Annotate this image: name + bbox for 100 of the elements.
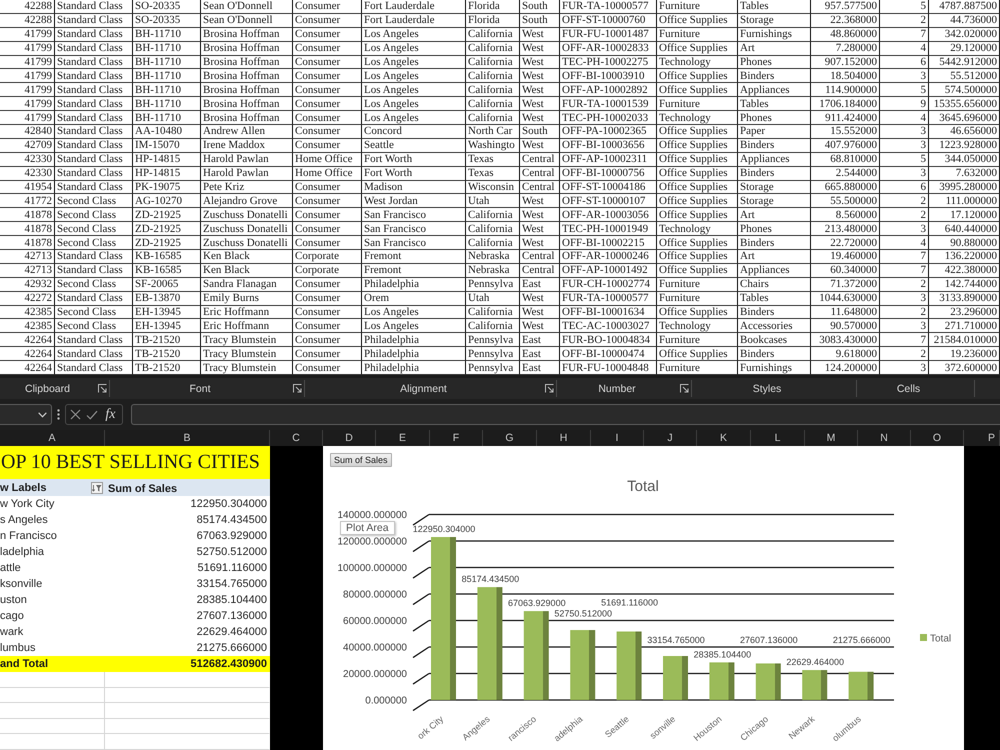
table-cell: 42713 [0,250,55,264]
table-cell: East [520,278,560,292]
table-cell: 3 [880,125,929,139]
data-label: 27607.136000 [740,635,798,645]
table-cell: 41878 [0,236,55,250]
table-cell: 6 [880,56,929,70]
formula-input[interactable] [131,404,1000,425]
chevron-down-icon[interactable] [38,412,47,418]
ribbon-group-label: Cells [896,382,920,394]
table-cell: Sean O'Donnell [201,14,293,28]
table-cell: Ken Black [201,264,293,278]
table-cell: West [520,69,560,84]
table-cell: Office Supplies [657,264,738,278]
table-cell: 4 [880,42,929,56]
table-cell: Consumer [293,0,362,14]
table-cell: BH-11710 [133,97,201,112]
table-cell: 41878 [0,222,55,236]
table-cell: BH-11710 [133,42,201,56]
table-cell: BH-11710 [133,28,201,42]
close-icon[interactable] [70,409,82,420]
drag-handle-icon[interactable] [57,409,60,420]
table-cell: Central [520,152,560,167]
table-cell: Furniture [657,292,738,306]
legend-label: Total [930,634,952,644]
table-cell: California [466,222,520,236]
table-cell-text: wark [0,626,24,638]
table-cell: ZD-21925 [133,208,201,222]
table-cell: Andrew Allen [201,125,293,139]
table-cell: Texas [466,152,520,167]
dialog-launcher-icon[interactable] [292,384,302,393]
table-cell: BH-11710 [133,83,201,98]
ribbon-group-label: Styles [752,382,782,394]
table-cell: Consumer [293,138,362,153]
table-cell: 22.720000 [811,236,880,250]
table-cell: West [520,56,560,70]
table-cell: FUR-TA-10000577 [560,0,657,14]
table-cell: Phones [738,56,811,70]
table-cell: 42264 [0,347,55,362]
table-cell: West Jordan [362,194,466,208]
table-cell: 48.860000 [811,28,880,42]
table-cell: Standard Class [55,69,133,84]
table-cell-text: 28385.104400 [196,594,268,606]
table-cell: Binders [738,138,811,153]
table-cell: ZD-21925 [133,222,201,236]
table-cell: Art [738,250,811,264]
data-label: 28385.104400 [694,649,752,660]
table-cell: 213.480000 [811,222,880,236]
bar [756,663,781,700]
table-cell: 5 [880,83,929,98]
table-cell: 2.544000 [811,166,880,181]
table-cell: Sean O'Donnell [201,0,293,14]
table-cell: California [466,319,520,334]
table-cell: West [520,83,560,98]
data-label: 85174.434500 [462,574,520,584]
table-cell: EH-13945 [133,306,201,320]
table-cell: KB-16585 [133,264,201,278]
table-cell: 11.648000 [811,306,880,320]
table-cell-text: 51691.116000 [196,562,268,574]
ribbon-group-label: Number [598,382,636,394]
table-cell: 665.880000 [811,180,880,194]
table-cell: Irene Maddox [201,138,293,153]
table-cell: West [520,42,560,56]
table-cell: Standard Class [55,166,133,181]
table-cell: Standard Class [55,180,133,194]
dialog-launcher-icon[interactable] [680,384,688,393]
table-cell: Standard Class [55,28,133,42]
table-cell: Furniture [657,28,738,42]
filter-icon[interactable] [91,482,103,494]
table-cell: Zuschuss Donatelli [201,208,293,222]
table-cell: 19.236000 [929,347,1000,362]
table-cell-text: ksonville [0,578,44,590]
table-cell: Consumer [293,194,362,208]
insert-function-button[interactable]: fx [103,406,118,422]
dialog-launcher-icon[interactable] [98,384,106,393]
table-cell: Bookcases [738,333,811,348]
table-cell-text: 22629.464000 [196,626,268,638]
checkmark-icon[interactable] [86,410,98,420]
table-cell: TEC-PH-10001949 [560,222,657,236]
table-cell: California [466,208,520,222]
table-cell: California [466,306,520,320]
table-cell: Texas [466,166,520,181]
table-cell: 1706.184000 [811,97,880,112]
table-cell: South [520,125,560,139]
table-cell: Office Supplies [657,347,738,362]
table-cell: Tracy Blumstein [201,333,293,348]
table-cell: 344.050000 [929,152,1000,167]
table-cell: Office Supplies [657,152,738,167]
axis-label: 0.000000 [365,696,407,706]
table-cell: Technology [657,111,738,125]
table-cell: 90.570000 [811,319,880,334]
dialog-launcher-icon[interactable] [544,384,554,393]
table-cell: Fort Lauderdale [362,0,466,14]
table-cell: 41954 [0,180,55,194]
table-cell: Los Angeles [362,83,466,98]
table-cell: Consumer [293,83,362,98]
table-cell: Consumer [293,125,362,139]
table-cell: Los Angeles [362,42,466,56]
table-cell: Central [520,166,560,181]
table-cell: Binders [738,166,811,181]
field-button[interactable]: Sum of Sales [330,453,392,467]
